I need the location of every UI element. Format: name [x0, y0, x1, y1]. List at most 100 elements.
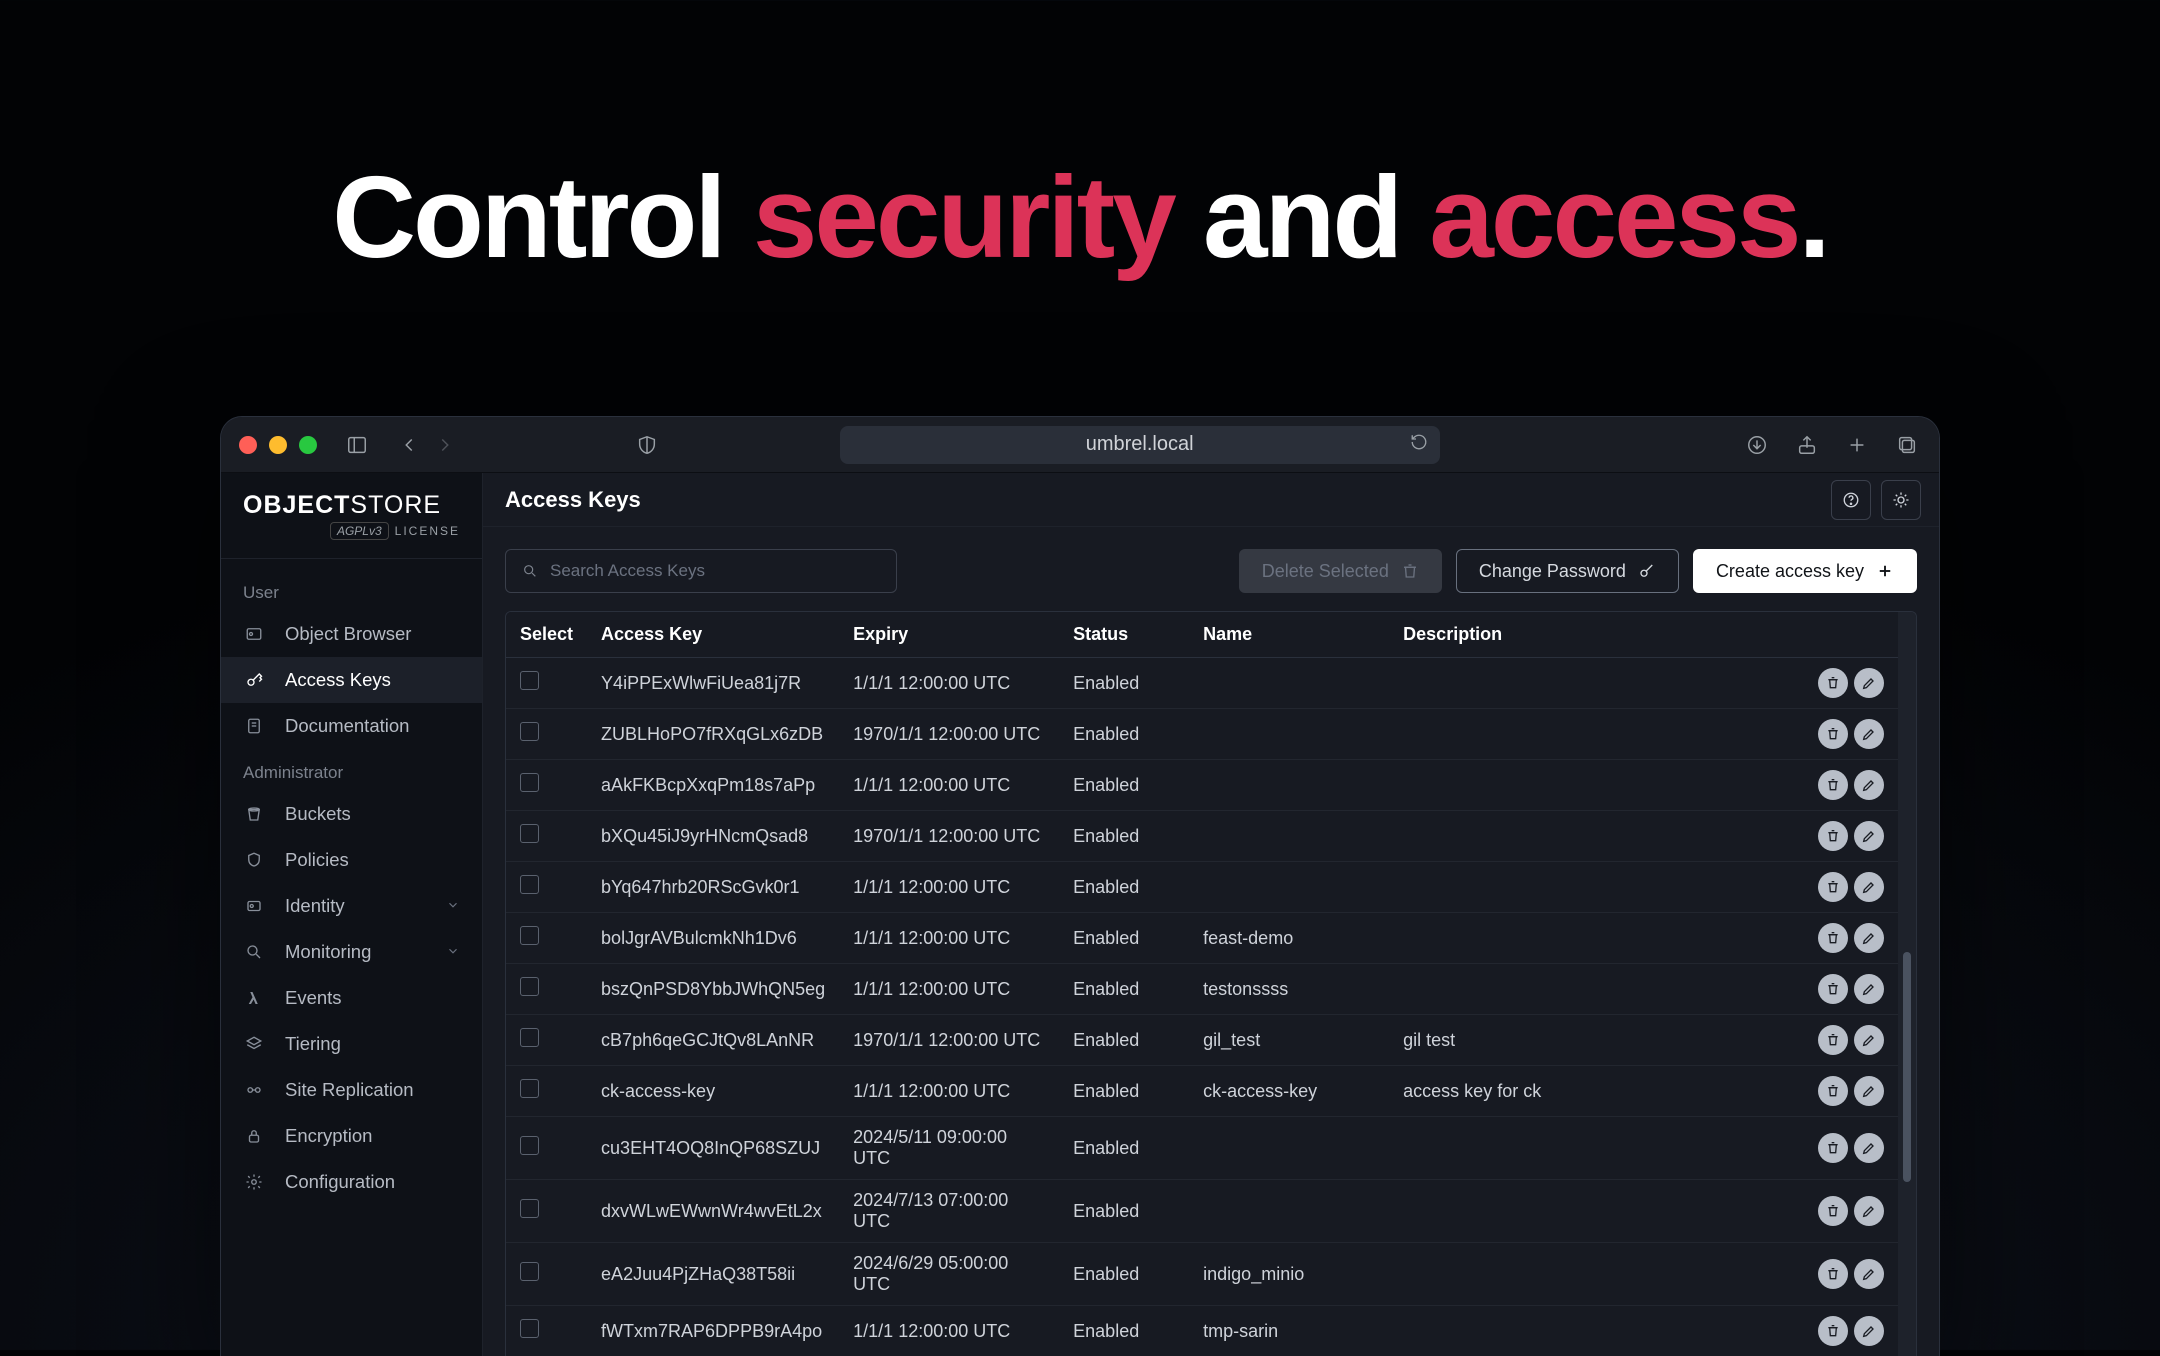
cell-expiry: 1/1/1 12:00:00 UTC	[839, 964, 1059, 1015]
row-delete-button[interactable]	[1818, 1025, 1848, 1055]
row-delete-button[interactable]	[1818, 719, 1848, 749]
cell-status: Enabled	[1059, 709, 1189, 760]
row-checkbox[interactable]	[520, 875, 539, 894]
new-tab-button[interactable]	[1843, 431, 1871, 459]
row-delete-button[interactable]	[1818, 1316, 1848, 1346]
sidebar-item-access-keys[interactable]: Access Keys	[221, 657, 482, 703]
cell-name	[1189, 1117, 1389, 1180]
sidebar-item-events[interactable]: Events	[221, 975, 482, 1021]
sidebar-item-monitoring[interactable]: Monitoring	[221, 929, 482, 975]
row-edit-button[interactable]	[1854, 1196, 1884, 1226]
cell-description	[1389, 913, 1798, 964]
sidebar-item-label: Access Keys	[285, 669, 391, 691]
sidebar-item-policies[interactable]: Policies	[221, 837, 482, 883]
table-row[interactable]: dxvWLwEWwnWr4wvEtL2x2024/7/13 07:00:00 U…	[506, 1180, 1898, 1243]
cell-name	[1189, 709, 1389, 760]
row-delete-button[interactable]	[1818, 668, 1848, 698]
row-edit-button[interactable]	[1854, 872, 1884, 902]
row-delete-button[interactable]	[1818, 872, 1848, 902]
row-edit-button[interactable]	[1854, 1316, 1884, 1346]
window-minimize-button[interactable]	[269, 436, 287, 454]
bucket-icon	[243, 803, 265, 825]
row-edit-button[interactable]	[1854, 719, 1884, 749]
row-edit-button[interactable]	[1854, 1133, 1884, 1163]
table-row[interactable]: bXQu45iJ9yrHNcmQsad81970/1/1 12:00:00 UT…	[506, 811, 1898, 862]
sidebar-item-identity[interactable]: Identity	[221, 883, 482, 929]
privacy-shield-icon[interactable]	[633, 431, 661, 459]
sidebar-item-encryption[interactable]: Encryption	[221, 1113, 482, 1159]
forward-button[interactable]	[431, 431, 459, 459]
delete-selected-button[interactable]: Delete Selected	[1239, 549, 1442, 593]
row-edit-button[interactable]	[1854, 1076, 1884, 1106]
table-row[interactable]: bolJgrAVBulcmkNh1Dv61/1/1 12:00:00 UTCEn…	[506, 913, 1898, 964]
row-edit-button[interactable]	[1854, 1025, 1884, 1055]
cell-status: Enabled	[1059, 862, 1189, 913]
cell-name: testonssss	[1189, 964, 1389, 1015]
row-checkbox[interactable]	[520, 1136, 539, 1155]
replication-icon	[243, 1079, 265, 1101]
row-delete-button[interactable]	[1818, 923, 1848, 953]
row-checkbox[interactable]	[520, 1199, 539, 1218]
table-scrollbar[interactable]	[1898, 612, 1916, 1356]
row-checkbox[interactable]	[520, 1079, 539, 1098]
table-row[interactable]: aAkFKBcpXxqPm18s7aPp1/1/1 12:00:00 UTCEn…	[506, 760, 1898, 811]
window-maximize-button[interactable]	[299, 436, 317, 454]
row-delete-button[interactable]	[1818, 1259, 1848, 1289]
row-checkbox[interactable]	[520, 977, 539, 996]
sidebar-item-object-browser[interactable]: Object Browser	[221, 611, 482, 657]
row-checkbox[interactable]	[520, 926, 539, 945]
reload-button[interactable]	[1410, 433, 1428, 457]
row-delete-button[interactable]	[1818, 1133, 1848, 1163]
downloads-button[interactable]	[1743, 431, 1771, 459]
row-edit-button[interactable]	[1854, 821, 1884, 851]
table-row[interactable]: eA2Juu4PjZHaQ38T58ii2024/6/29 05:00:00 U…	[506, 1243, 1898, 1306]
row-delete-button[interactable]	[1818, 821, 1848, 851]
sidebar-item-label: Events	[285, 987, 342, 1009]
sidebar-item-site-replication[interactable]: Site Replication	[221, 1067, 482, 1113]
table-row[interactable]: bYq647hrb20RScGvk0r11/1/1 12:00:00 UTCEn…	[506, 862, 1898, 913]
row-checkbox[interactable]	[520, 824, 539, 843]
cell-access-key: fWTxm7RAP6DPPB9rA4po	[587, 1306, 839, 1356]
tab-overview-button[interactable]	[1893, 431, 1921, 459]
help-button[interactable]	[1831, 480, 1871, 520]
sidebar-item-documentation[interactable]: Documentation	[221, 703, 482, 749]
row-checkbox[interactable]	[520, 773, 539, 792]
table-row[interactable]: Y4iPPExWlwFiUea81j7R1/1/1 12:00:00 UTCEn…	[506, 658, 1898, 709]
row-checkbox[interactable]	[520, 671, 539, 690]
row-edit-button[interactable]	[1854, 668, 1884, 698]
gear-icon	[243, 1171, 265, 1193]
share-button[interactable]	[1793, 431, 1821, 459]
url-bar[interactable]: umbrel.local	[840, 426, 1440, 464]
table-row[interactable]: bszQnPSD8YbbJWhQN5eg1/1/1 12:00:00 UTCEn…	[506, 964, 1898, 1015]
change-password-button[interactable]: Change Password	[1456, 549, 1679, 593]
row-edit-button[interactable]	[1854, 1259, 1884, 1289]
sidebar-item-configuration[interactable]: Configuration	[221, 1159, 482, 1205]
sidebar-item-tiering[interactable]: Tiering	[221, 1021, 482, 1067]
sidebar-section-admin: Administrator	[221, 749, 482, 791]
row-checkbox[interactable]	[520, 722, 539, 741]
row-edit-button[interactable]	[1854, 974, 1884, 1004]
table-row[interactable]: cB7ph6qeGCJtQv8LAnNR1970/1/1 12:00:00 UT…	[506, 1015, 1898, 1066]
row-edit-button[interactable]	[1854, 923, 1884, 953]
create-access-key-button[interactable]: Create access key	[1693, 549, 1917, 593]
table-row[interactable]: ck-access-key1/1/1 12:00:00 UTCEnabledck…	[506, 1066, 1898, 1117]
sidebar-item-buckets[interactable]: Buckets	[221, 791, 482, 837]
search-field[interactable]	[550, 561, 880, 581]
search-access-keys-input[interactable]	[505, 549, 897, 593]
row-checkbox[interactable]	[520, 1319, 539, 1338]
table-row[interactable]: ZUBLHoPO7fRXqGLx6zDB1970/1/1 12:00:00 UT…	[506, 709, 1898, 760]
row-checkbox[interactable]	[520, 1262, 539, 1281]
row-delete-button[interactable]	[1818, 1196, 1848, 1226]
row-checkbox[interactable]	[520, 1028, 539, 1047]
window-close-button[interactable]	[239, 436, 257, 454]
table-row[interactable]: fWTxm7RAP6DPPB9rA4po1/1/1 12:00:00 UTCEn…	[506, 1306, 1898, 1356]
table-row[interactable]: cu3EHT4OQ8InQP68SZUJ2024/5/11 09:00:00 U…	[506, 1117, 1898, 1180]
sidebar-toggle-button[interactable]	[343, 431, 371, 459]
theme-toggle-button[interactable]	[1881, 480, 1921, 520]
scrollbar-thumb[interactable]	[1903, 952, 1911, 1182]
row-delete-button[interactable]	[1818, 1076, 1848, 1106]
back-button[interactable]	[395, 431, 423, 459]
row-edit-button[interactable]	[1854, 770, 1884, 800]
row-delete-button[interactable]	[1818, 770, 1848, 800]
row-delete-button[interactable]	[1818, 974, 1848, 1004]
